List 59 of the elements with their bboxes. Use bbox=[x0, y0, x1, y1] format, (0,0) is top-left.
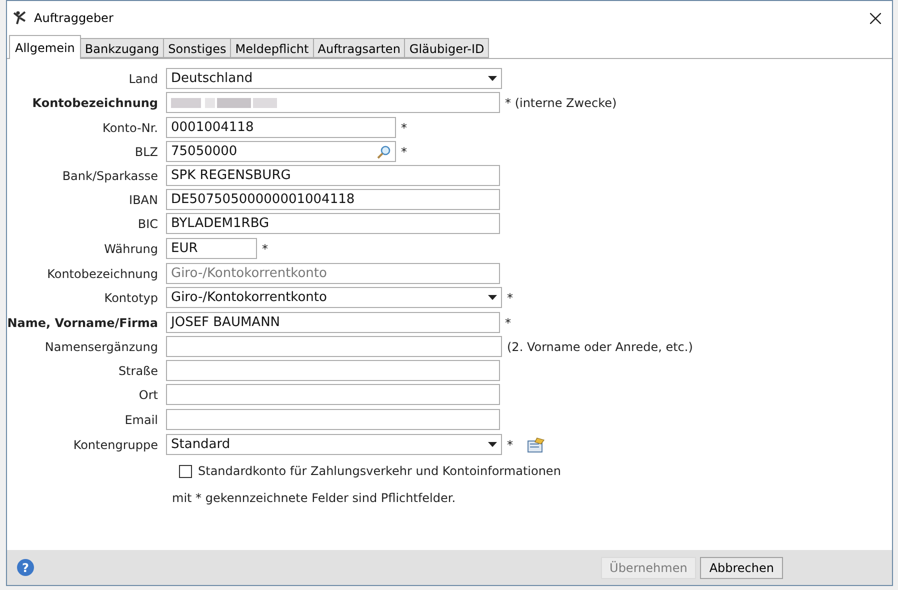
field-label: Bank/Sparkasse bbox=[61, 168, 159, 184]
field-label: Name, Vorname/Firma bbox=[7, 314, 159, 332]
field-label: BIC bbox=[136, 216, 159, 232]
tab[interactable]: Meldepflicht bbox=[230, 38, 314, 58]
dropdown[interactable]: Deutschland bbox=[166, 68, 502, 89]
field-label: Email bbox=[124, 412, 159, 428]
field-note: * bbox=[401, 120, 407, 136]
window-title: Auftraggeber bbox=[34, 10, 114, 27]
footnote: mit * gekennzeichnete Felder sind Pflichtfelder. bbox=[172, 490, 457, 507]
tab[interactable]: Sonstiges bbox=[163, 38, 232, 58]
input-field[interactable]: Giro-/Kontokorrentkonto bbox=[166, 263, 500, 284]
field-label: Kontotyp bbox=[103, 290, 159, 306]
field-note: * bbox=[507, 290, 513, 306]
field-label: Straße bbox=[117, 362, 159, 380]
field-label: Kontengruppe bbox=[72, 436, 159, 454]
app-logo-icon bbox=[12, 10, 28, 26]
input-field[interactable] bbox=[166, 336, 502, 357]
checkbox-label: Standardkonto für Zahlungsverkehr und Kontoinformationen bbox=[198, 463, 561, 480]
help-button[interactable]: ? bbox=[17, 559, 34, 576]
input-field[interactable] bbox=[166, 360, 500, 381]
input-field[interactable]: SPK REGENSBURG bbox=[166, 165, 500, 186]
input-field[interactable] bbox=[166, 92, 500, 113]
field-label: Land bbox=[128, 70, 159, 88]
tab[interactable]: Bankzugang bbox=[80, 38, 164, 58]
caret-icon bbox=[488, 295, 497, 300]
field-label: IBAN bbox=[128, 192, 159, 208]
dropdown[interactable]: Giro-/Kontokorrentkonto bbox=[166, 287, 502, 308]
search-icon[interactable] bbox=[377, 144, 391, 158]
close-icon[interactable] bbox=[870, 12, 881, 24]
tab[interactable]: Auftragsarten bbox=[312, 38, 406, 58]
field-label: BLZ bbox=[134, 144, 159, 160]
caret-icon bbox=[488, 442, 497, 447]
field-label: Währung bbox=[103, 240, 159, 258]
caret-icon bbox=[488, 76, 497, 81]
dialog-button[interactable]: Abbrechen bbox=[700, 556, 783, 578]
field-label: Ort bbox=[138, 386, 159, 404]
field-label: Konto-Nr. bbox=[102, 120, 159, 136]
input-field[interactable]: EUR bbox=[166, 238, 257, 259]
checkbox[interactable] bbox=[179, 464, 192, 478]
input-field[interactable] bbox=[166, 384, 500, 405]
folder-edit-icon[interactable] bbox=[527, 436, 545, 452]
input-field[interactable]: JOSEF BAUMANN bbox=[166, 312, 500, 333]
field-label: Kontobezeichnung bbox=[46, 266, 159, 282]
field-note: (2. Vorname oder Anrede, etc.) bbox=[507, 338, 693, 356]
input-field[interactable]: 75050000 bbox=[166, 141, 396, 162]
input-field[interactable]: 0001004118 bbox=[166, 117, 396, 138]
field-label: Kontobezeichnung bbox=[31, 94, 159, 112]
tab[interactable]: Allgemein bbox=[9, 35, 81, 59]
tab[interactable]: Gläubiger-ID bbox=[404, 38, 490, 58]
field-label: Namensergänzung bbox=[44, 338, 159, 356]
input-field[interactable]: DE50750500000001004118 bbox=[166, 189, 500, 210]
input-field[interactable]: BYLADEM1RBG bbox=[166, 213, 500, 234]
dropdown[interactable]: Standard bbox=[166, 434, 502, 455]
field-note: * bbox=[262, 240, 268, 258]
field-note: * bbox=[505, 314, 511, 332]
field-note: * bbox=[507, 436, 513, 454]
field-note: * (interne Zwecke) bbox=[505, 94, 617, 112]
field-note: * bbox=[401, 144, 407, 160]
input-field[interactable] bbox=[166, 409, 500, 430]
